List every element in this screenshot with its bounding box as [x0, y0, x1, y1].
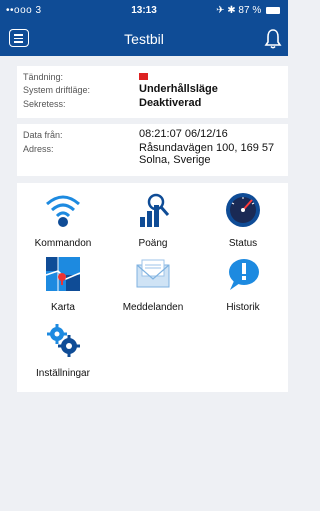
tile-installningar[interactable]: Inställningar: [23, 321, 103, 379]
address-line1: Råsundavägen 100, 169 57: [139, 142, 275, 154]
mode-row: System driftläge: Underhållsläge: [23, 83, 288, 95]
battery-percent: 87 %: [238, 5, 262, 16]
tile-label: Historik: [226, 302, 260, 313]
vehicle-info-card: Tändning: System driftläge: Underhållslä…: [17, 66, 288, 118]
wifi-icon: [46, 195, 80, 227]
data-from-row: Data från: 08:21:07 06/12/16: [23, 128, 288, 140]
tile-label: Kommandon: [34, 238, 92, 249]
tile-label: Poäng: [138, 238, 168, 249]
tile-karta[interactable]: Karta: [23, 255, 103, 313]
gauge-icon: [226, 193, 260, 227]
nav-bar: Testbil: [0, 22, 288, 56]
speech-bubble-icon: [229, 259, 259, 290]
mode-value: Underhållsläge: [139, 83, 218, 95]
envelope-icon: [136, 259, 170, 288]
menu-grid: Kommandon Poäng Status Karta Meddelanden…: [17, 183, 288, 392]
battery-indicator: ✈ ✱ 87 %: [216, 5, 280, 16]
tile-poang[interactable]: Poäng: [113, 191, 193, 249]
tile-label: Status: [228, 238, 258, 249]
location-card: Data från: 08:21:07 06/12/16 Adress: Rås…: [17, 124, 288, 176]
tile-kommandon[interactable]: Kommandon: [23, 191, 103, 249]
score-icon: [140, 193, 170, 227]
tile-label: Meddelanden: [122, 302, 184, 313]
address-label: Adress:: [23, 144, 54, 154]
data-from-value: 08:21:07 06/12/16: [139, 128, 228, 140]
tile-label: Inställningar: [36, 368, 90, 379]
data-from-label: Data från:: [23, 130, 63, 140]
bluetooth-icon: ✈ ✱: [216, 5, 236, 16]
address-line2: Solna, Sverige: [139, 154, 211, 166]
tile-historik[interactable]: Historik: [203, 255, 283, 313]
bell-icon[interactable]: [264, 28, 282, 50]
address-row: Adress: Råsundavägen 100, 169 57 Solna, …: [23, 142, 288, 166]
tile-label: Karta: [51, 302, 75, 313]
map-icon: [45, 257, 81, 291]
ignition-row: Tändning:: [23, 72, 288, 82]
gears-icon: [47, 324, 80, 357]
status-bar: ••ooo 3 13:13 ✈ ✱ 87 %: [0, 0, 288, 22]
privacy-label: Sekretess:: [23, 99, 66, 109]
ignition-label: Tändning:: [23, 72, 64, 82]
ignition-indicator-icon: [139, 71, 148, 83]
privacy-value: Deaktiverad: [139, 97, 202, 109]
tile-status[interactable]: Status: [203, 191, 283, 249]
page-title: Testbil: [124, 31, 164, 47]
battery-icon: [266, 6, 280, 14]
mode-label: System driftläge:: [23, 85, 91, 95]
tile-meddelanden[interactable]: Meddelanden: [113, 255, 193, 313]
privacy-row: Sekretess: Deaktiverad: [23, 97, 288, 109]
